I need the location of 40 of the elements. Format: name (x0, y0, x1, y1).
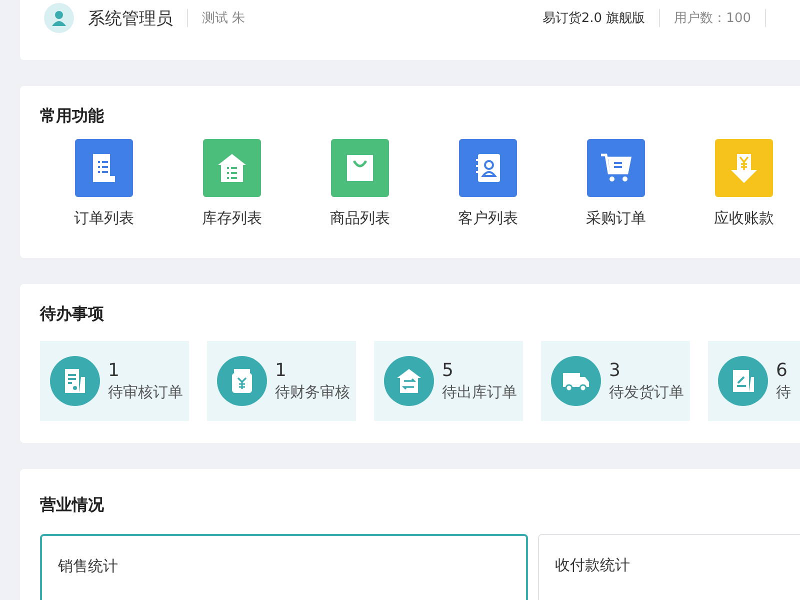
stats-card[interactable]: 收付款统计 (538, 534, 800, 600)
shortcut-tile[interactable] (459, 139, 517, 197)
shortcut-label[interactable]: 商品列表 (330, 209, 390, 228)
todo-count: 1 (108, 360, 120, 381)
shortcut-label[interactable]: 库存列表 (202, 209, 262, 228)
todo-label: 待发货订单 (609, 383, 684, 402)
account-name: 测试 朱 (202, 10, 246, 27)
section-title: 待办事项 (40, 304, 105, 325)
card-title: 收付款统计 (555, 556, 630, 574)
shortcut-label[interactable]: 订单列表 (74, 209, 134, 228)
user-count: 用户数：100 (674, 10, 751, 27)
shortcut-tile[interactable] (331, 139, 389, 197)
shortcut-label[interactable]: 客户列表 (458, 209, 518, 228)
shortcut-label[interactable]: 采购订单 (586, 209, 646, 228)
todo-card[interactable]: 3 待发货订单 (541, 341, 690, 421)
warehouse-icon (395, 367, 423, 395)
todo-count: 5 (442, 360, 454, 381)
todo-card[interactable]: 5 待出库订单 (374, 341, 523, 421)
todo-label: 待审核订单 (108, 383, 183, 402)
todo-card[interactable]: 1 待审核订单 (40, 341, 189, 421)
todo-label: 待 (776, 383, 791, 402)
shortcut-label[interactable]: 应收账款 (714, 209, 774, 228)
todo-count: 1 (275, 360, 288, 381)
todo-label: 待出库订单 (442, 383, 517, 402)
section-title: 常用功能 (40, 106, 105, 127)
shortcut-tile[interactable] (75, 139, 133, 197)
shortcut-tile[interactable] (587, 139, 645, 197)
todo-count: 6 (776, 360, 788, 381)
stats-card[interactable]: 销售统计 (40, 534, 528, 600)
shortcut-tile[interactable] (715, 139, 773, 197)
todo-label: 待财务审核 (275, 383, 350, 402)
section-title: 营业情况 (40, 495, 105, 516)
todo-card[interactable]: 6 待 (708, 341, 800, 421)
todo-count: 3 (609, 360, 622, 381)
edition-label: 易订货2.0 旗舰版 (542, 10, 646, 27)
user-name: 系统管理员 (88, 8, 173, 30)
card-title: 销售统计 (58, 557, 118, 575)
todo-card[interactable]: 1 待财务审核 (207, 341, 356, 421)
shortcut-tile[interactable] (203, 139, 261, 197)
avatar-icon (44, 3, 74, 33)
